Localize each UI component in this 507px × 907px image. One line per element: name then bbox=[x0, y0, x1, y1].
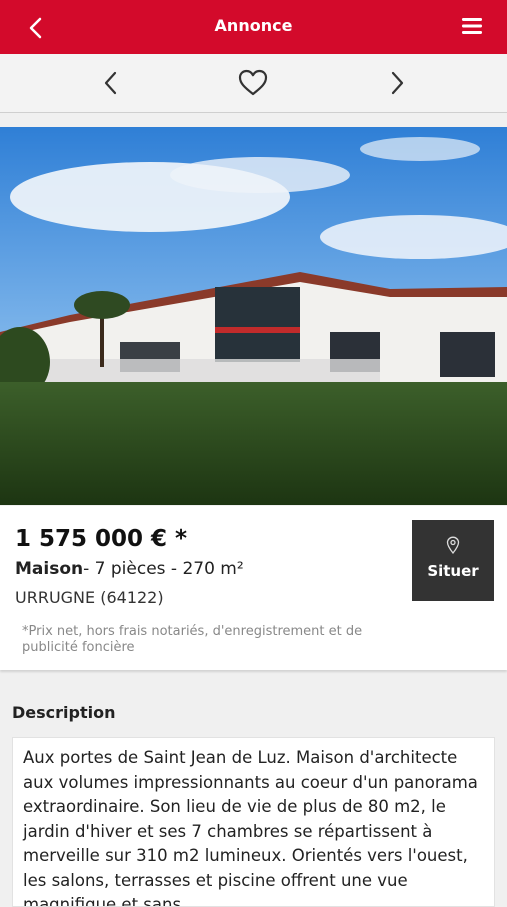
heart-icon[interactable] bbox=[238, 68, 268, 98]
chevron-left-icon[interactable] bbox=[96, 68, 126, 98]
property-type: Maison bbox=[15, 559, 84, 579]
description-heading: Description bbox=[12, 703, 116, 722]
hamburger-menu-icon[interactable] bbox=[461, 16, 483, 36]
page-title: Annonce bbox=[214, 16, 293, 35]
listing-navigation-bar bbox=[0, 54, 507, 113]
listing-type-line: Maison- 7 pièces - 270 m² bbox=[15, 559, 244, 579]
house-photo-image bbox=[0, 127, 507, 505]
map-pin-icon bbox=[446, 536, 460, 554]
property-photo[interactable] bbox=[0, 127, 507, 505]
app-header: Annonce bbox=[0, 0, 507, 54]
description-text: Aux portes de Saint Jean de Luz. Maison … bbox=[12, 737, 495, 907]
property-details: - 7 pièces - 270 m² bbox=[83, 559, 244, 579]
listing-city: URRUGNE (64122) bbox=[15, 588, 164, 607]
locate-button[interactable]: Situer bbox=[412, 520, 494, 601]
locate-button-label: Situer bbox=[427, 562, 479, 580]
listing-summary-card: 1 575 000 € * Maison- 7 pièces - 270 m² … bbox=[0, 506, 507, 670]
listing-price: 1 575 000 € * bbox=[15, 526, 188, 552]
price-note: *Prix net, hors frais notariés, d'enregi… bbox=[22, 624, 363, 655]
chevron-right-icon[interactable] bbox=[382, 68, 412, 98]
